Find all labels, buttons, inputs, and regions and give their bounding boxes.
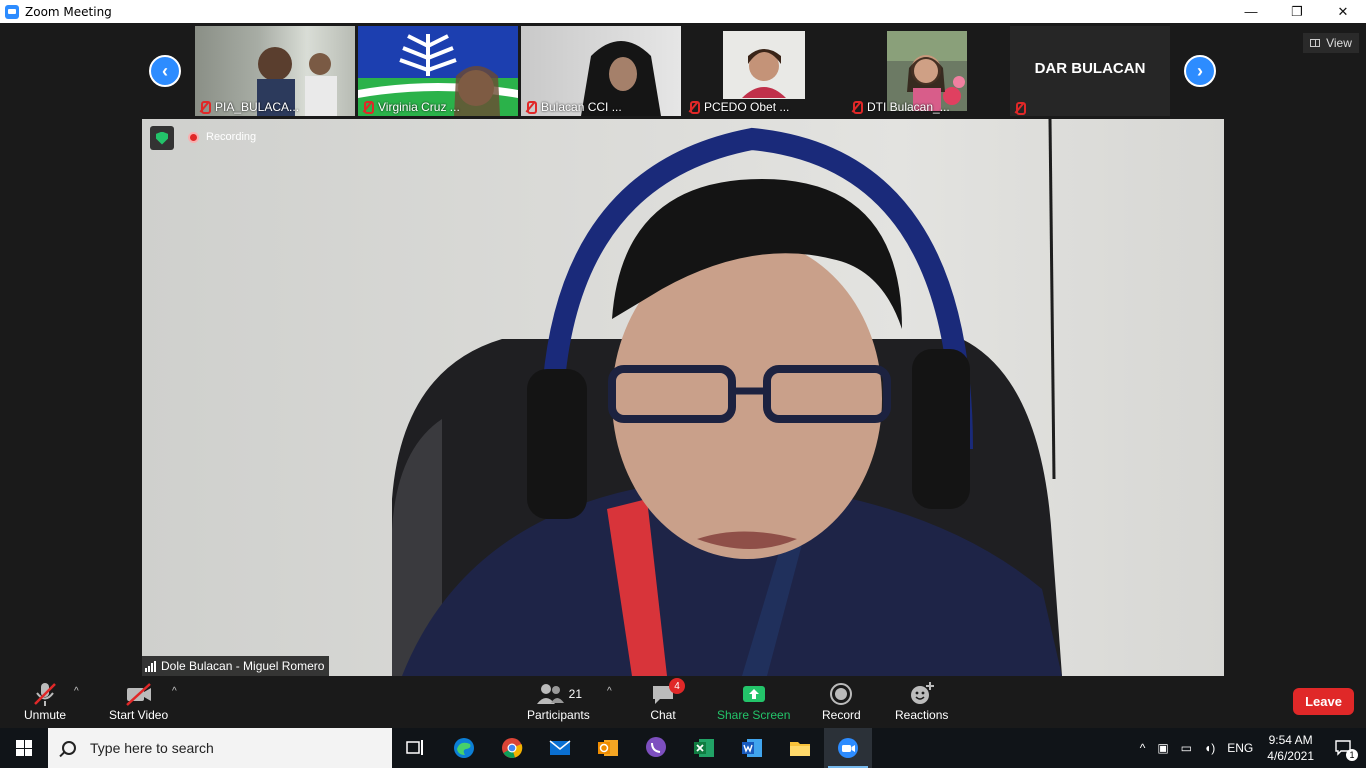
meeting-toolbar: Unmute ^ Start Video ^ 21 Participants ^… xyxy=(0,676,1366,728)
mic-muted-icon xyxy=(362,101,374,114)
title-bar: Zoom Meeting — ❐ ✕ xyxy=(0,0,1366,23)
taskbar-search-box[interactable]: Type here to search xyxy=(48,728,392,768)
recording-indicator[interactable]: Recording xyxy=(188,131,256,143)
mic-muted-icon xyxy=(199,101,211,114)
meet-now-icon[interactable]: ▣ xyxy=(1157,741,1168,755)
participant-thumb[interactable]: DAR BULACAN xyxy=(1010,26,1170,116)
edge-icon[interactable] xyxy=(440,728,488,768)
participant-name: PCEDO Obet ... xyxy=(688,100,789,114)
grid-view-icon xyxy=(1310,39,1321,47)
speaker-name: Dole Bulacan - Miguel Romero xyxy=(161,659,325,673)
system-tray: ^ ▣ ▭ ◖) ENG 9:54 AM 4/6/2021 1 xyxy=(1134,728,1366,768)
participant-thumb[interactable]: Virginia Cruz ... xyxy=(358,26,518,116)
view-label: View xyxy=(1326,36,1352,50)
participant-name: PIA_BULACA... xyxy=(199,100,299,114)
chevron-right-icon: › xyxy=(1197,60,1203,81)
search-placeholder: Type here to search xyxy=(90,740,214,756)
clock[interactable]: 9:54 AM 4/6/2021 xyxy=(1267,732,1314,764)
unmute-button[interactable]: Unmute xyxy=(24,680,66,722)
active-speaker-video[interactable]: Recording Dole Bulacan - Miguel Romero xyxy=(142,119,1224,676)
start-video-label: Start Video xyxy=(109,708,169,722)
volume-icon[interactable]: ◖) xyxy=(1204,741,1215,755)
windows-taskbar: Type here to search ^ ▣ ▭ ◖) ENG 9:54 AM… xyxy=(0,728,1366,768)
minimize-button[interactable]: — xyxy=(1228,0,1274,23)
outlook-icon[interactable] xyxy=(584,728,632,768)
participant-name-label: DAR BULACAN xyxy=(1034,60,1146,77)
mic-muted-icon xyxy=(525,101,537,114)
share-screen-button[interactable]: Share Screen xyxy=(717,680,790,722)
participant-name: Virginia Cruz ... xyxy=(362,100,460,114)
speaker-video-frame xyxy=(392,119,1062,676)
share-screen-label: Share Screen xyxy=(717,708,791,722)
strip-prev-button[interactable]: ‹ xyxy=(149,55,181,87)
chrome-icon[interactable] xyxy=(488,728,536,768)
reactions-label: Reactions xyxy=(895,708,949,722)
meeting-stage: ‹ PIA_BULACA... Virginia Cruz ... Bulaca… xyxy=(0,23,1366,676)
search-icon xyxy=(62,741,76,755)
windows-logo-icon xyxy=(16,740,32,756)
participant-thumb[interactable]: Bulacan CCI ... xyxy=(521,26,681,116)
recording-label: Recording xyxy=(206,131,257,143)
chat-button[interactable]: 4 Chat xyxy=(650,678,685,722)
participants-button[interactable]: 21 Participants xyxy=(527,680,590,722)
security-shield-icon[interactable] xyxy=(150,126,174,150)
notifications-count: 1 xyxy=(1346,748,1358,761)
participant-name: Bulacan CCI ... xyxy=(525,100,622,114)
record-button[interactable]: Record xyxy=(822,680,861,722)
strip-next-button[interactable]: › xyxy=(1184,55,1216,87)
mail-icon[interactable] xyxy=(536,728,584,768)
speaker-name-tag: Dole Bulacan - Miguel Romero xyxy=(142,656,330,676)
zoom-app-icon xyxy=(5,4,19,19)
zoom-taskbar-icon[interactable] xyxy=(824,728,872,768)
video-off-icon xyxy=(124,680,154,708)
viber-icon[interactable] xyxy=(632,728,680,768)
participants-icon: 21 xyxy=(535,680,582,708)
participant-name xyxy=(1014,102,1030,115)
restore-button[interactable]: ❐ xyxy=(1274,0,1320,23)
excel-icon[interactable] xyxy=(680,728,728,768)
view-button[interactable]: View xyxy=(1303,33,1359,53)
audio-options-caret-icon[interactable]: ^ xyxy=(74,686,79,697)
chat-icon: 4 xyxy=(650,678,685,708)
close-button[interactable]: ✕ xyxy=(1320,0,1366,23)
participant-thumb[interactable]: PCEDO Obet ... xyxy=(684,26,844,116)
record-label: Record xyxy=(822,708,861,722)
clock-time: 9:54 AM xyxy=(1268,733,1313,747)
word-icon[interactable] xyxy=(728,728,776,768)
start-video-button[interactable]: Start Video xyxy=(109,680,168,722)
reactions-button[interactable]: Reactions xyxy=(895,680,948,722)
language-indicator[interactable]: ENG xyxy=(1227,741,1253,755)
participant-name: DTI Bulacan_... xyxy=(851,100,950,114)
clock-date: 4/6/2021 xyxy=(1267,749,1314,763)
file-explorer-icon[interactable] xyxy=(776,728,824,768)
share-screen-icon xyxy=(741,680,767,708)
participant-thumb[interactable]: DTI Bulacan_... xyxy=(847,26,1007,116)
window-title: Zoom Meeting xyxy=(25,4,112,19)
record-icon xyxy=(828,680,854,708)
participant-thumb[interactable]: PIA_BULACA... xyxy=(195,26,355,116)
recording-dot-icon xyxy=(188,131,199,143)
chevron-up-icon[interactable]: ^ xyxy=(1140,741,1146,755)
chevron-left-icon: ‹ xyxy=(162,60,168,81)
participants-count: 21 xyxy=(568,687,583,701)
chat-unread-badge: 4 xyxy=(669,678,685,694)
notifications-icon[interactable]: 1 xyxy=(1334,738,1358,761)
participants-label: Participants xyxy=(527,708,590,722)
mic-muted-icon xyxy=(1014,102,1026,115)
video-options-caret-icon[interactable]: ^ xyxy=(172,686,177,697)
unmute-label: Unmute xyxy=(24,708,67,722)
task-view-icon[interactable] xyxy=(392,728,440,768)
mic-muted-icon xyxy=(688,101,700,114)
reactions-icon xyxy=(908,680,936,708)
network-icon[interactable]: ▭ xyxy=(1181,741,1192,755)
mic-muted-icon xyxy=(851,101,863,114)
start-button[interactable] xyxy=(0,728,48,768)
mic-muted-icon xyxy=(31,680,59,708)
signal-strength-icon xyxy=(145,660,156,672)
leave-button[interactable]: Leave xyxy=(1293,688,1354,715)
chat-label: Chat xyxy=(650,708,676,722)
participants-options-caret-icon[interactable]: ^ xyxy=(607,686,612,697)
